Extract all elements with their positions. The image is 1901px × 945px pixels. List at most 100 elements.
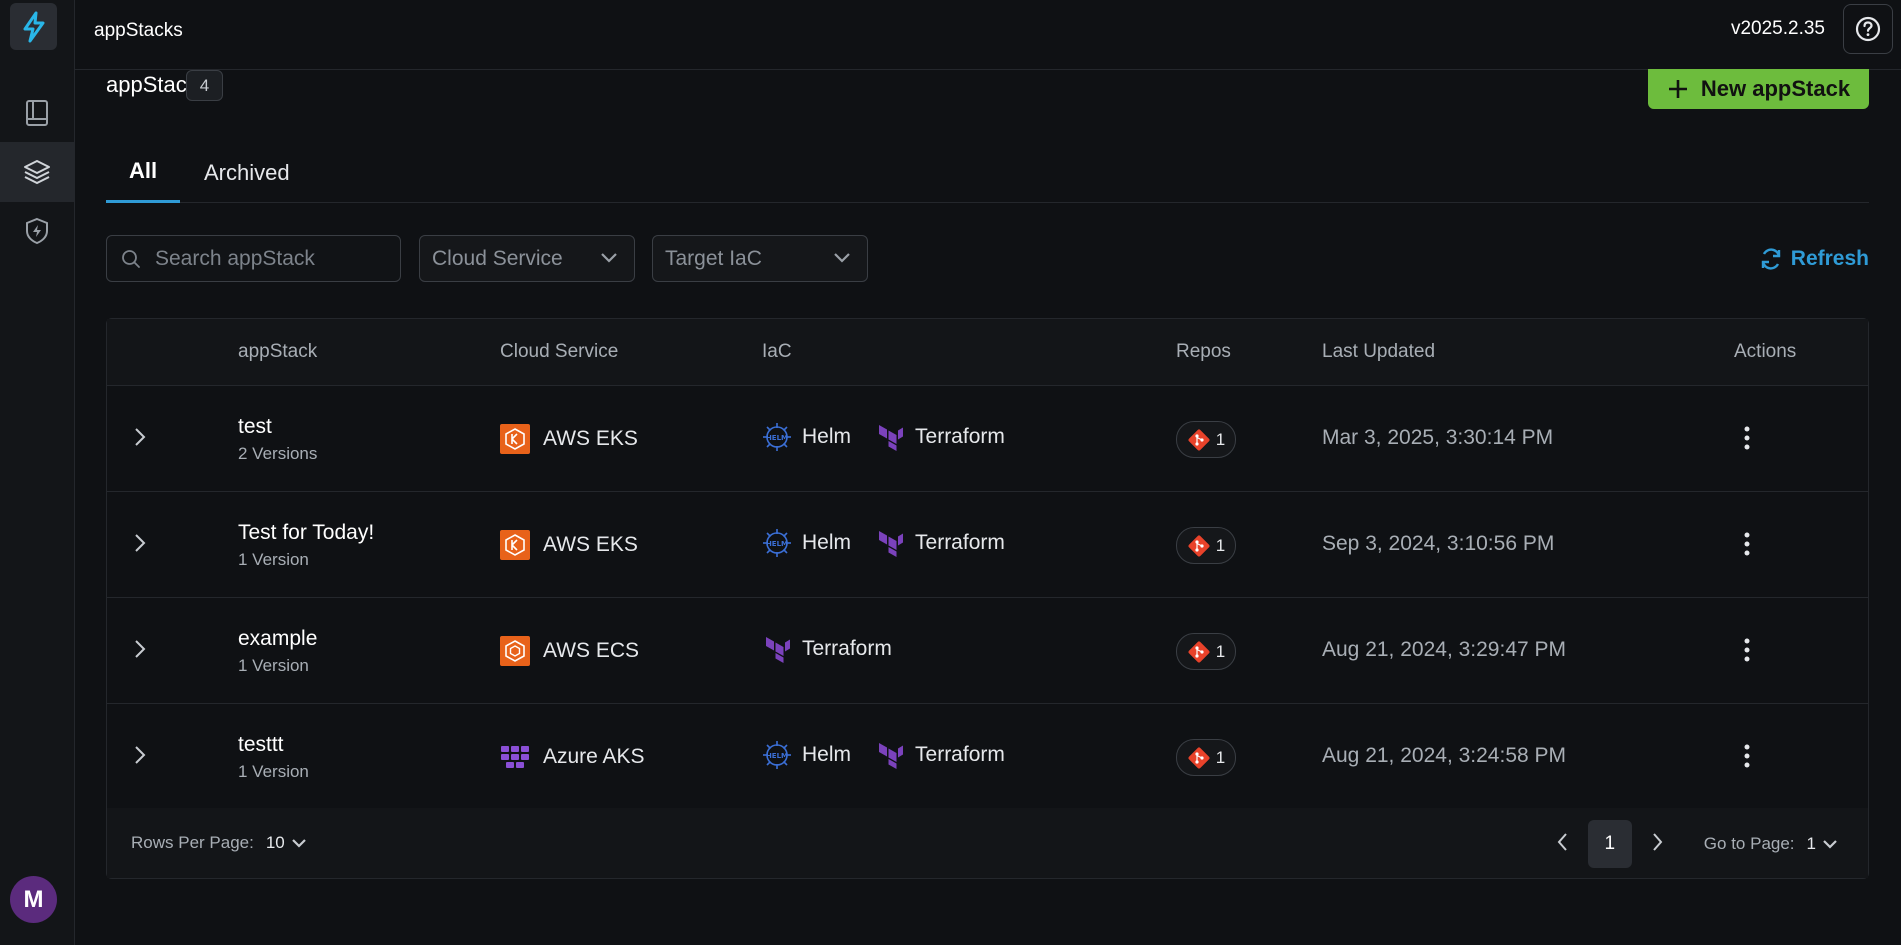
table-row[interactable]: test 2 Versions AWS EKS HELM Helm Terrafo… <box>107 386 1868 492</box>
svg-text:HELM: HELM <box>766 540 788 548</box>
cloud-service-select-label: Cloud Service <box>432 246 563 270</box>
go-to-page: Go to Page: 1 <box>1704 834 1838 854</box>
sidebar-item-security[interactable] <box>0 201 74 261</box>
repos-count: 1 <box>1215 641 1226 661</box>
go-to-page-value: 1 <box>1806 834 1816 853</box>
terraform-icon <box>879 425 904 451</box>
avatar[interactable]: M <box>10 876 57 923</box>
target-iac-select-label: Target IaC <box>665 246 762 270</box>
more-vertical-icon <box>1744 638 1750 662</box>
appstacks-table: appStack Cloud Service IaC Repos Last Up… <box>106 318 1869 879</box>
search-input[interactable] <box>155 236 395 281</box>
appstack-versions: 1 Version <box>238 656 309 675</box>
rows-per-page-select[interactable]: 10 <box>266 833 307 853</box>
topbar: appStacks v2025.2.35 <box>75 0 1901 70</box>
logo-icon[interactable] <box>10 3 57 50</box>
new-appstack-button[interactable]: New appStack <box>1648 69 1869 109</box>
table-row[interactable]: testtt 1 Version Azure AKS HELM Helm Terr… <box>107 704 1868 810</box>
appstack-name[interactable]: Test for Today! <box>238 521 374 545</box>
iac-label-terraform: Terraform <box>915 743 1005 766</box>
more-vertical-icon <box>1744 532 1750 556</box>
git-icon <box>1188 535 1210 556</box>
iac-list: Terraform <box>762 634 916 664</box>
table-header: appStack Cloud Service IaC Repos Last Up… <box>107 319 1868 386</box>
iac-label-terraform: Terraform <box>915 531 1005 554</box>
appstack-name[interactable]: example <box>238 627 317 651</box>
cloud-service-label: AWS EKS <box>543 533 638 556</box>
aws-eks-icon <box>500 530 530 560</box>
repos-count: 1 <box>1215 429 1226 449</box>
cloud-service-label: Azure AKS <box>543 745 645 768</box>
cloud-service-label: AWS ECS <box>543 639 640 662</box>
table-row[interactable]: Test for Today! 1 Version AWS EKS HELM He… <box>107 492 1868 598</box>
help-icon <box>1855 16 1881 42</box>
expand-row-button[interactable] <box>133 426 147 453</box>
git-icon <box>1188 747 1210 768</box>
appstack-versions: 2 Versions <box>238 444 318 463</box>
column-header-appstack[interactable]: appStack <box>238 341 317 363</box>
repos-count: 1 <box>1215 747 1226 767</box>
appstack-name[interactable]: test <box>238 415 272 439</box>
iac-list: HELM Helm Terraform <box>762 528 1029 558</box>
prev-page-button[interactable] <box>1556 832 1570 857</box>
table-row[interactable]: example 1 Version AWS ECS Terraform 1 Au… <box>107 598 1868 704</box>
cloud-service: AWS ECS <box>500 636 639 666</box>
svg-text:HELM: HELM <box>766 434 788 442</box>
tab-archived[interactable]: Archived <box>204 148 290 203</box>
expand-row-button[interactable] <box>133 638 147 665</box>
column-header-repos[interactable]: Repos <box>1176 341 1231 363</box>
last-updated: Aug 21, 2024, 3:29:47 PM <box>1322 638 1567 661</box>
sidebar-item-appstacks[interactable] <box>0 142 74 202</box>
git-icon <box>1188 641 1210 662</box>
rows-per-page: Rows Per Page: 10 <box>131 833 307 853</box>
chevron-right-icon <box>135 534 146 552</box>
next-page-button[interactable] <box>1650 832 1664 857</box>
tabs: All Archived <box>106 148 1869 203</box>
repos-badge[interactable]: 1 <box>1176 633 1236 670</box>
iac-label-helm: Helm <box>802 425 852 448</box>
book-icon <box>26 100 48 126</box>
count-badge: 4 <box>186 70 223 101</box>
cloud-service-select[interactable]: Cloud Service <box>419 235 635 282</box>
helm-icon: HELM <box>763 423 791 451</box>
appstack-name[interactable]: testtt <box>238 733 284 757</box>
page-button-current[interactable]: 1 <box>1587 820 1632 868</box>
tab-all[interactable]: All <box>106 148 180 203</box>
column-header-cloud-service[interactable]: Cloud Service <box>500 341 618 363</box>
sidebar-item-catalog[interactable] <box>0 83 74 143</box>
new-appstack-label: New appStack <box>1700 76 1851 101</box>
column-header-iac[interactable]: IaC <box>762 341 792 363</box>
row-actions-button[interactable] <box>1737 742 1757 775</box>
row-actions-button[interactable] <box>1737 424 1757 457</box>
chevron-right-icon <box>1653 832 1663 851</box>
column-header-actions: Actions <box>1734 341 1797 362</box>
repos-badge[interactable]: 1 <box>1176 527 1236 564</box>
refresh-button[interactable]: Refresh <box>1759 247 1869 271</box>
filters: Cloud Service Target IaC Refresh <box>106 235 1869 283</box>
iac-list: HELM Helm Terraform <box>762 422 1029 452</box>
chevron-down-icon <box>291 839 306 848</box>
row-actions-button[interactable] <box>1737 636 1757 669</box>
sidebar: M <box>0 0 75 945</box>
iac-label-terraform: Terraform <box>915 425 1005 448</box>
expand-row-button[interactable] <box>133 532 147 559</box>
repos-badge[interactable]: 1 <box>1176 421 1236 458</box>
iac-label-terraform: Terraform <box>802 637 892 660</box>
repos-badge[interactable]: 1 <box>1176 739 1236 776</box>
target-iac-select[interactable]: Target IaC <box>652 235 868 282</box>
go-to-page-select[interactable]: 1 <box>1807 834 1838 854</box>
expand-row-button[interactable] <box>133 744 147 771</box>
column-header-last-updated[interactable]: Last Updated <box>1322 341 1435 363</box>
git-icon <box>1188 429 1210 450</box>
layers-icon <box>24 160 50 185</box>
chevron-right-icon <box>135 428 146 446</box>
go-to-page-label: Go to Page: <box>1703 834 1795 853</box>
aws-eks-icon <box>500 424 530 454</box>
row-actions-button[interactable] <box>1737 530 1757 563</box>
svg-text:HELM: HELM <box>766 752 788 760</box>
cloud-service-label: AWS EKS <box>543 427 638 450</box>
rows-per-page-value: 10 <box>265 833 285 852</box>
iac-list: HELM Helm Terraform <box>762 740 1029 770</box>
pagination: 1 Go to Page: 1 <box>1556 818 1838 870</box>
help-button[interactable] <box>1843 4 1893 54</box>
